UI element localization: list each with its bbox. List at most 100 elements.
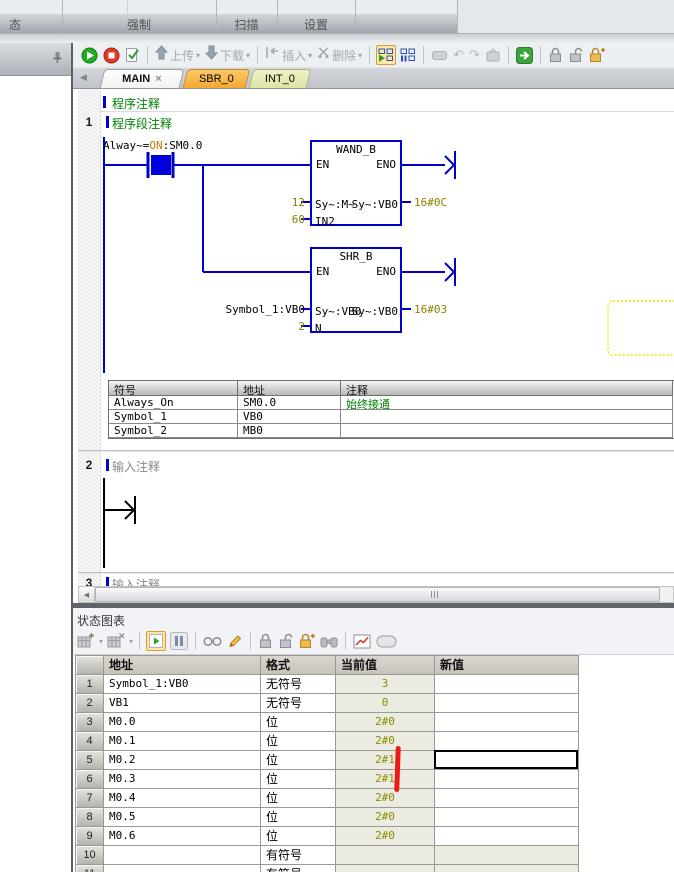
write-all-button[interactable]: [226, 631, 244, 651]
format-cell[interactable]: 位: [261, 808, 336, 827]
run-button[interactable]: [80, 45, 99, 65]
delete-row-button[interactable]: [106, 631, 126, 651]
selected-new-value-cell[interactable]: [434, 750, 578, 769]
contact-label[interactable]: Alway~=ON:SM0.0: [103, 139, 202, 152]
pause-program-status-button[interactable]: [399, 45, 417, 65]
row-number[interactable]: 11: [76, 865, 104, 872]
new-value-cell[interactable]: [435, 770, 579, 789]
address-cell[interactable]: M0.1: [104, 732, 261, 751]
tab-sbr0[interactable]: SBR_0: [183, 69, 251, 88]
address-cell[interactable]: M0.5: [104, 808, 261, 827]
chevron-down-icon[interactable]: ▾: [358, 51, 362, 60]
row-number[interactable]: 4: [76, 732, 104, 751]
clear-bookmarks-button[interactable]: [484, 45, 502, 65]
new-value-cell[interactable]: [435, 808, 579, 827]
new-value-cell[interactable]: [435, 789, 579, 808]
row-number[interactable]: 2: [76, 694, 104, 713]
horizontal-scrollbar[interactable]: ◀: [78, 586, 674, 603]
address-cell[interactable]: [104, 865, 261, 872]
format-cell[interactable]: 有符号: [261, 846, 336, 865]
network-2-comment[interactable]: 输入注释: [112, 458, 160, 475]
read-force-button[interactable]: [319, 631, 339, 651]
format-cell[interactable]: 有符号: [261, 865, 336, 872]
add-lock-icon[interactable]: [587, 45, 606, 65]
symbol-cell: Always_On: [109, 396, 238, 410]
network-3-comment[interactable]: 输入注释: [112, 576, 160, 586]
unforce-button[interactable]: [277, 631, 294, 651]
new-value-cell[interactable]: [435, 827, 579, 846]
stop-button[interactable]: [102, 45, 121, 65]
format-cell[interactable]: 无符号: [261, 675, 336, 694]
address-cell[interactable]: [104, 846, 261, 865]
lock-icon[interactable]: [547, 45, 564, 65]
network-2-number[interactable]: 2: [78, 458, 100, 472]
navigate-button[interactable]: [515, 45, 534, 65]
tab-main[interactable]: MAIN ×: [100, 69, 185, 88]
trend-toggle-button[interactable]: [375, 631, 398, 651]
pause-chart-button[interactable]: [169, 631, 189, 651]
row-number[interactable]: 8: [76, 808, 104, 827]
next-bookmark-icon[interactable]: ↷: [468, 45, 481, 65]
new-value-cell[interactable]: [435, 865, 579, 872]
network-1-comment[interactable]: 程序段注释: [112, 115, 172, 132]
address-cell[interactable]: M0.4: [104, 789, 261, 808]
row-number[interactable]: 10: [76, 846, 104, 865]
chart-status-button[interactable]: [146, 631, 166, 651]
address-cell[interactable]: M0.6: [104, 827, 261, 846]
previous-bookmark-icon[interactable]: ↶: [452, 45, 465, 65]
format-cell[interactable]: 位: [261, 732, 336, 751]
upload-button[interactable]: 上传 ▾: [154, 45, 201, 65]
new-value-cell[interactable]: [435, 713, 579, 732]
chevron-down-icon[interactable]: ▾: [129, 637, 133, 646]
address-cell[interactable]: M0.2: [104, 751, 261, 770]
close-icon[interactable]: ×: [155, 73, 161, 85]
chevron-down-icon[interactable]: ▾: [246, 51, 250, 60]
row-number[interactable]: 7: [76, 789, 104, 808]
new-value-cell[interactable]: [435, 694, 579, 713]
address-cell[interactable]: VB1: [104, 694, 261, 713]
row-number[interactable]: 3: [76, 713, 104, 732]
new-value-cell[interactable]: [435, 732, 579, 751]
tab-int0[interactable]: INT_0: [249, 69, 312, 88]
compile-button[interactable]: [124, 45, 141, 65]
wand-b-block[interactable]: WAND_B EN ENO Sy~:M~ Sy~:VB0 IN2: [310, 140, 402, 226]
scroll-left-icon[interactable]: ◀: [79, 587, 95, 602]
chevron-down-icon[interactable]: ▾: [196, 51, 200, 60]
shr-b-block[interactable]: SHR_B EN ENO Sy~:VB0 Sy~:VB0 N: [310, 247, 402, 333]
format-cell[interactable]: 位: [261, 770, 336, 789]
delete-button[interactable]: 删除 ▾: [316, 45, 363, 65]
read-all-button[interactable]: [202, 631, 223, 651]
format-cell[interactable]: 位: [261, 751, 336, 770]
row-number[interactable]: 1: [76, 675, 104, 694]
new-value-cell[interactable]: [435, 846, 579, 865]
format-cell[interactable]: 无符号: [261, 694, 336, 713]
new-value-cell[interactable]: [435, 675, 579, 694]
insert-button[interactable]: 插入 ▾: [264, 45, 313, 65]
pin-icon[interactable]: [52, 51, 63, 69]
add-row-button[interactable]: [76, 631, 96, 651]
download-button[interactable]: 下载 ▾: [204, 45, 251, 65]
network-1-number[interactable]: 1: [78, 115, 100, 129]
trend-view-button[interactable]: [352, 631, 372, 651]
chevron-down-icon[interactable]: ▾: [308, 51, 312, 60]
format-cell[interactable]: 位: [261, 789, 336, 808]
address-cell[interactable]: M0.3: [104, 770, 261, 789]
bookmark-button[interactable]: [430, 45, 449, 65]
format-cell[interactable]: 位: [261, 827, 336, 846]
row-number[interactable]: 6: [76, 770, 104, 789]
current-value-cell: [336, 865, 435, 872]
format-cell[interactable]: 位: [261, 713, 336, 732]
force-button[interactable]: [257, 631, 274, 651]
program-status-button[interactable]: [376, 45, 396, 65]
network-3-number[interactable]: 3: [78, 576, 100, 586]
row-number[interactable]: 9: [76, 827, 104, 846]
tab-scroll-left-icon[interactable]: ◀: [80, 72, 87, 83]
scrollbar-thumb[interactable]: [95, 587, 660, 602]
chevron-down-icon[interactable]: ▾: [99, 637, 103, 646]
add-force-button[interactable]: [297, 631, 316, 651]
address-cell[interactable]: M0.0: [104, 713, 261, 732]
row-number[interactable]: 5: [76, 751, 104, 770]
unlock-icon[interactable]: [567, 45, 584, 65]
program-comment[interactable]: 程序注释: [112, 95, 160, 112]
address-cell[interactable]: Symbol_1:VB0: [104, 675, 261, 694]
